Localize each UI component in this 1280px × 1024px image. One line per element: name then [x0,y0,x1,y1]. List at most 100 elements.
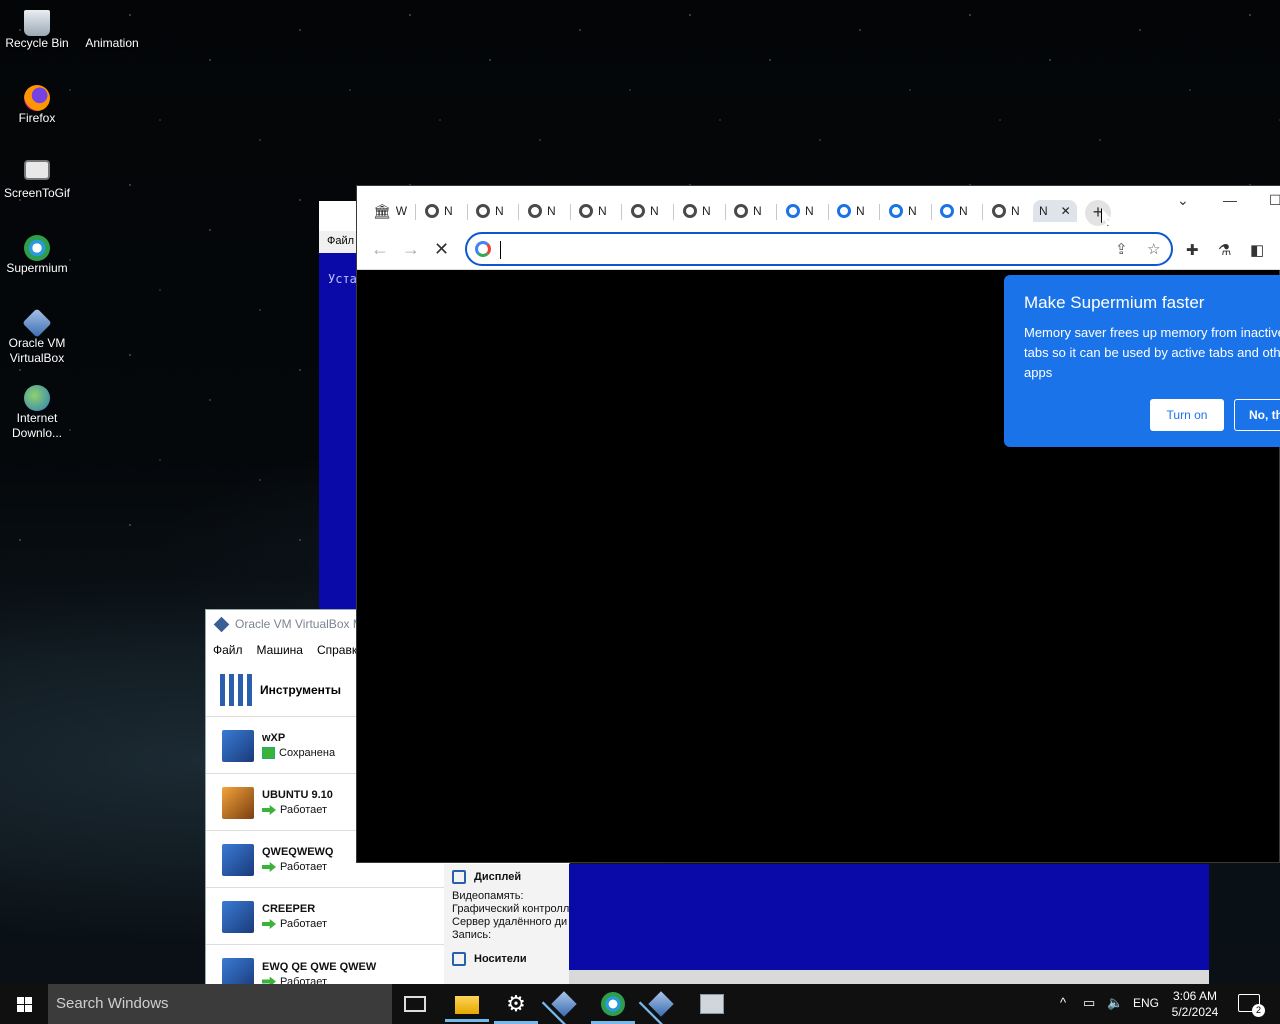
address-bar[interactable]: ⇪ ☆ [465,232,1173,266]
address-input[interactable] [499,240,1079,260]
vm-name: CREEPER [262,903,316,915]
network-icon[interactable]: ▭ [1083,995,1095,1011]
maximize-icon[interactable]: ☐ [1269,192,1280,209]
turn-on-button[interactable]: Turn on [1150,399,1224,431]
tab-item[interactable]: N [528,200,556,222]
vm-statusbar [569,970,1209,984]
tab-item[interactable]: N [734,200,762,222]
tab-separator [621,204,622,220]
supermium-icon [24,235,50,261]
installer-menu-file[interactable]: Файл [319,231,359,253]
installer-window[interactable]: Файл Уста [319,201,359,611]
taskbar: Search Windows ⚙ ^ ▭ 🔈 ENG 3:06 AM 5/2/2… [0,984,1280,1024]
tab-separator [931,204,932,220]
virtualbox-shortcut[interactable]: Oracle VM VirtualBox [0,304,74,374]
vm-name: wXP [262,732,286,744]
tab-label: N [444,204,453,218]
tab-favicon-icon [837,204,851,218]
virtualbox-icon [22,308,52,338]
no-thanks-button[interactable]: No, th [1234,399,1280,431]
clock[interactable]: 3:06 AM 5/2/2024 [1166,988,1224,1020]
back-icon[interactable]: ← [371,239,389,260]
tab-item[interactable]: N [889,200,917,222]
screentogif-taskbar-icon[interactable] [700,994,724,1014]
tab-favicon-icon [992,204,1006,218]
share-icon[interactable]: ⇪ [1115,240,1128,258]
storage-section-header[interactable]: Носители [444,946,570,972]
installer-text: Уста [328,272,357,286]
screentogif-icon [24,160,50,180]
idm-icon [24,385,50,411]
file-explorer-icon[interactable] [445,996,489,1022]
virtualbox-vm-taskbar-icon[interactable] [648,991,674,1017]
detail-line: Графический контролл [452,903,570,915]
side-panel-icon[interactable]: ◧ [1250,241,1264,259]
running-arrow-icon [262,805,276,815]
menu-file[interactable]: Файл [213,643,243,657]
vm-list-item[interactable]: CREEPER Работает [206,889,444,945]
animation-shortcut[interactable]: Animation [75,4,149,74]
vm-preview-screen [569,864,1209,984]
tab-label: N [547,204,556,218]
supermium-taskbar-icon[interactable] [591,992,635,1024]
start-button[interactable] [0,984,48,1024]
desktop-icon-label: Recycle Bin [5,36,69,50]
tab-item[interactable]: N [631,200,659,222]
tab-item[interactable]: N [476,200,504,222]
tab-item[interactable]: N [992,200,1020,222]
window-title: Oracle VM VirtualBox M [235,617,363,631]
tab-item[interactable]: 🏛 W [373,200,407,222]
tab-separator [828,204,829,220]
tab-label: N [1039,204,1048,218]
windows-xp-icon [222,729,254,762]
notification-center-icon[interactable]: 2 [1238,994,1265,1017]
language-indicator[interactable]: ENG [1133,996,1159,1010]
supermium-browser-window[interactable]: 🏛 W N N N N N N N N N N N N N ✕ + ⌄ — ☐ ← … [356,185,1280,863]
virtualbox-app-icon [213,616,230,632]
labs-flask-icon[interactable]: ⚗ [1218,241,1231,259]
tab-label: N [908,204,917,218]
tab-item-active[interactable]: N ✕ [1033,200,1077,222]
tab-separator [673,204,674,220]
task-view-icon[interactable] [404,996,426,1012]
display-section-header[interactable]: Дисплей [444,864,570,890]
tab-item[interactable]: N [425,200,453,222]
installer-titlebar[interactable] [319,201,359,231]
tab-favicon-icon [940,204,954,218]
internet-download-manager-shortcut[interactable]: Internet Downlo... [0,379,74,449]
screentogif-shortcut[interactable]: ScreenToGif [0,154,74,224]
tab-item[interactable]: N [579,200,607,222]
tab-item[interactable]: N [940,200,968,222]
taskbar-search-box[interactable]: Search Windows [48,984,392,1024]
virtualbox-taskbar-icon[interactable] [551,991,577,1017]
stop-loading-icon[interactable]: ✕ [434,239,449,260]
tab-item[interactable]: N [683,200,711,222]
settings-gear-icon[interactable]: ⚙ [494,992,538,1024]
bookmark-star-icon[interactable]: ☆ [1147,240,1160,258]
tab-label: N [598,204,607,218]
supermium-shortcut[interactable]: Supermium [0,229,74,299]
close-tab-icon[interactable]: ✕ [1061,204,1071,218]
firefox-shortcut[interactable]: Firefox [0,79,74,149]
menu-machine[interactable]: Машина [257,643,303,657]
forward-icon[interactable]: → [402,239,420,260]
tab-label: N [959,204,968,218]
minimize-icon[interactable]: — [1223,192,1237,208]
windows-logo-icon [25,1005,32,1012]
vm-details-pane: Дисплей Видеопамять: Графический контрол… [444,864,570,986]
promo-body: Memory saver frees up memory from inacti… [1024,325,1280,380]
tab-favicon-icon [476,204,490,218]
tab-label: N [650,204,659,218]
vm-name: UBUNTU 9.10 [262,789,333,801]
show-hidden-icons-chevron-icon[interactable]: ^ [1060,995,1066,1010]
tab-item[interactable]: N [786,200,814,222]
tab-item[interactable]: N [837,200,865,222]
running-arrow-icon [262,919,276,929]
recycle-bin-shortcut[interactable]: Recycle Bin [0,4,74,74]
extensions-icon[interactable]: ✚ [1186,241,1199,259]
tab-separator [879,204,880,220]
volume-muted-icon[interactable]: 🔈 [1107,995,1123,1011]
tab-favicon-icon [528,204,542,218]
windows-10-icon [222,843,254,876]
tab-search-chevron-icon[interactable]: ⌄ [1177,192,1189,209]
